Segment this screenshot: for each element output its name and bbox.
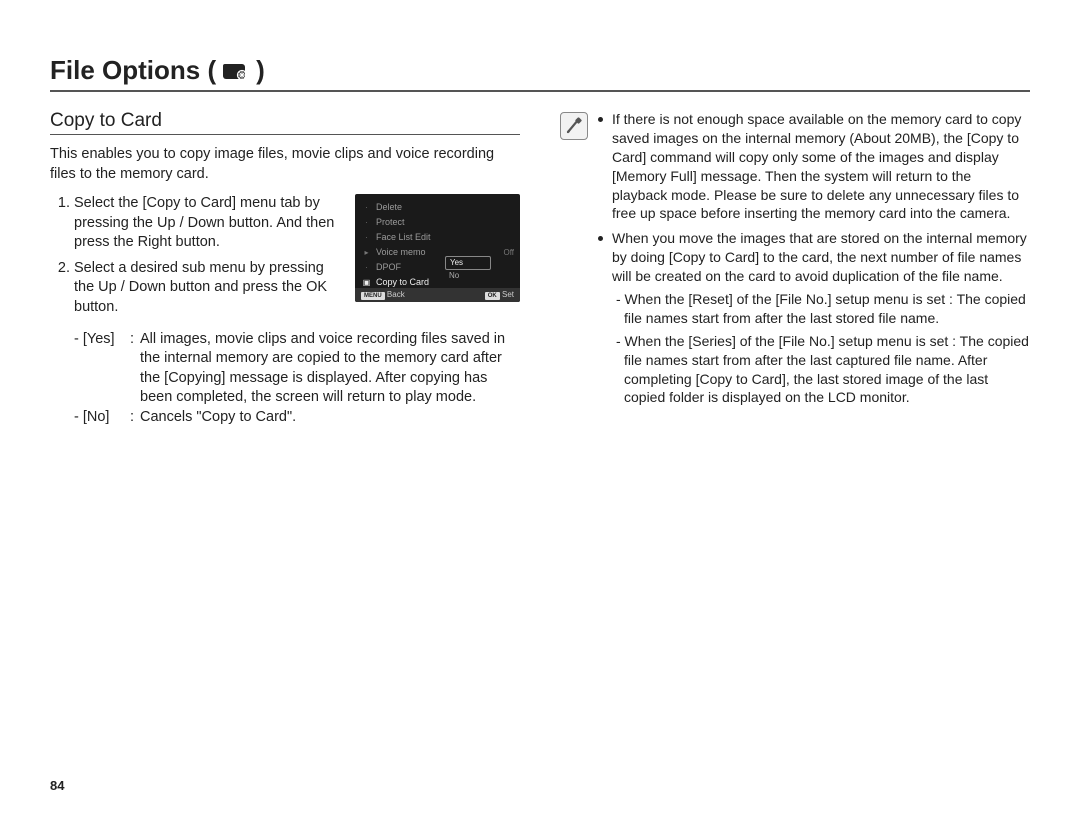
notes-list: If there is not enough space available o… xyxy=(598,110,1030,413)
folder-icon: ▣ xyxy=(361,279,372,287)
option-no-desc: Cancels "Copy to Card". xyxy=(140,408,520,428)
note-2a: - When the [Reset] of the [File No.] set… xyxy=(612,290,1030,328)
page-number: 84 xyxy=(50,778,64,793)
note-1: If there is not enough space available o… xyxy=(598,110,1030,223)
option-yes-label: - [Yes] xyxy=(74,330,130,408)
section-title: Copy to Card xyxy=(50,110,520,135)
page-title: File Options ( ) xyxy=(50,55,1030,92)
steps-list: Select the [Copy to Card] menu tab by pr… xyxy=(50,194,345,323)
lcd-option-yes: Yes xyxy=(445,256,491,270)
step-2: Select a desired sub menu by pressing th… xyxy=(74,259,345,318)
note-2b: - When the [Series] of the [File No.] se… xyxy=(612,332,1030,408)
note-icon xyxy=(560,112,588,140)
title-suffix: ) xyxy=(256,55,265,86)
option-no-label: - [No] xyxy=(74,408,130,428)
lcd-item: Face List Edit xyxy=(376,233,514,242)
lcd-set-label: Set xyxy=(502,290,514,299)
option-yes-desc: All images, movie clips and voice record… xyxy=(140,330,520,408)
note-2-text: When you move the images that are stored… xyxy=(612,230,1027,284)
file-options-icon xyxy=(222,61,250,81)
lcd-item: Delete xyxy=(376,203,514,212)
options-block: - [Yes] : All images, movie clips and vo… xyxy=(50,330,520,428)
lcd-menu-badge: MENU xyxy=(361,292,385,300)
lcd-item: Protect xyxy=(376,218,514,227)
lcd-option-no: No xyxy=(445,270,491,282)
right-column: If there is not enough space available o… xyxy=(560,110,1030,427)
step-1: Select the [Copy to Card] menu tab by pr… xyxy=(74,194,345,253)
intro-text: This enables you to copy image files, mo… xyxy=(50,145,520,184)
lcd-back-label: Back xyxy=(387,290,405,299)
camera-lcd-mock: ·Delete ·Protect ·Face List Edit ▸Voice … xyxy=(355,194,520,302)
title-prefix: File Options ( xyxy=(50,55,216,86)
lcd-voice-value: Off xyxy=(503,249,514,257)
note-2: When you move the images that are stored… xyxy=(598,229,1030,407)
left-column: Copy to Card This enables you to copy im… xyxy=(50,110,520,427)
lcd-ok-badge: OK xyxy=(485,292,500,300)
